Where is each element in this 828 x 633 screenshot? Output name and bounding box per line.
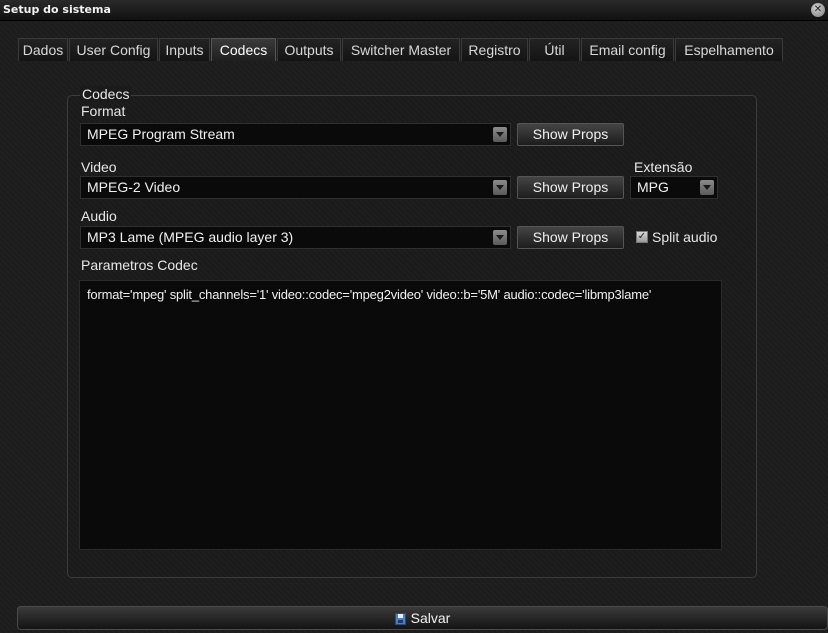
parametros-label: Parametros Codec bbox=[81, 257, 198, 273]
audio-label: Audio bbox=[81, 208, 117, 224]
tab-codecs[interactable]: Codecs bbox=[211, 38, 276, 61]
tab-user-config[interactable]: User Config bbox=[69, 38, 158, 61]
tab-inputs[interactable]: Inputs bbox=[159, 38, 210, 61]
video-label: Video bbox=[81, 159, 117, 175]
video-show-props-button[interactable]: Show Props bbox=[517, 176, 624, 199]
save-label: Salvar bbox=[410, 610, 451, 626]
extensao-label: Extensão bbox=[634, 159, 693, 175]
extensao-value: MPG bbox=[637, 179, 669, 195]
tab-email-config[interactable]: Email config bbox=[581, 38, 674, 61]
tab-switcher-master[interactable]: Switcher Master bbox=[342, 38, 460, 61]
tab-outputs[interactable]: Outputs bbox=[277, 38, 341, 61]
tab-registro[interactable]: Registro bbox=[461, 38, 528, 61]
save-button[interactable]: Salvar bbox=[17, 606, 828, 630]
audio-value: MP3 Lame (MPEG audio layer 3) bbox=[87, 229, 294, 245]
format-select[interactable]: MPEG Program Stream bbox=[80, 123, 511, 146]
parametros-codec-textarea[interactable]: format='mpeg' split_channels='1' video::… bbox=[79, 280, 722, 550]
close-icon[interactable]: ✕ bbox=[811, 3, 825, 17]
video-value: MPEG-2 Video bbox=[87, 179, 181, 195]
format-label: Format bbox=[81, 103, 126, 119]
split-audio-checkbox[interactable]: ✓ bbox=[636, 231, 648, 243]
extensao-select[interactable]: MPG bbox=[630, 176, 718, 199]
tab-espelhamento[interactable]: Espelhamento bbox=[675, 38, 783, 61]
format-show-props-button[interactable]: Show Props bbox=[517, 123, 624, 146]
tab-bar: Dados User Config Inputs Codecs Outputs … bbox=[0, 38, 828, 62]
split-audio-label: Split audio bbox=[652, 229, 718, 245]
floppy-disk-icon bbox=[394, 613, 406, 625]
title-bar: Setup do sistema ✕ bbox=[0, 0, 828, 21]
format-value: MPEG Program Stream bbox=[87, 126, 235, 142]
setup-window: Setup do sistema ✕ Dados User Config Inp… bbox=[0, 0, 828, 633]
chevron-down-icon[interactable] bbox=[700, 180, 714, 195]
tab-util[interactable]: Útil bbox=[529, 38, 580, 61]
video-select[interactable]: MPEG-2 Video bbox=[80, 176, 511, 199]
tab-dados[interactable]: Dados bbox=[18, 38, 68, 61]
codecs-legend: Codecs bbox=[80, 86, 132, 102]
chevron-down-icon[interactable] bbox=[493, 180, 507, 195]
chevron-down-icon[interactable] bbox=[493, 230, 507, 245]
window-title: Setup do sistema bbox=[3, 3, 111, 16]
audio-show-props-button[interactable]: Show Props bbox=[517, 226, 624, 249]
audio-select[interactable]: MP3 Lame (MPEG audio layer 3) bbox=[80, 226, 511, 249]
chevron-down-icon[interactable] bbox=[493, 127, 507, 142]
